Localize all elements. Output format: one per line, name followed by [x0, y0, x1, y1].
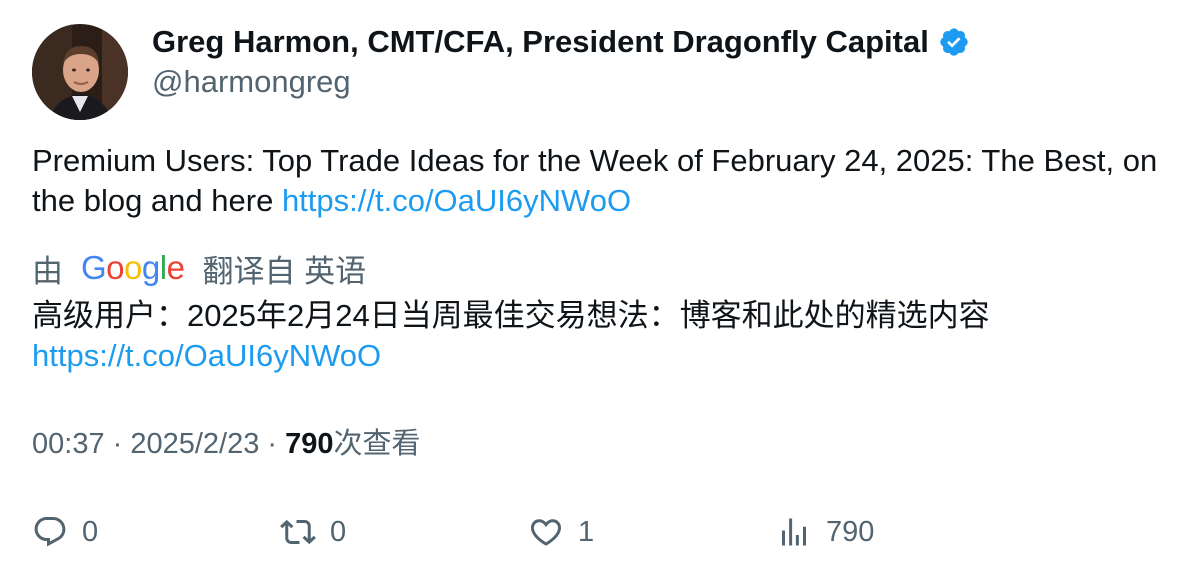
retweet-icon [280, 519, 316, 545]
google-logo-icon: Google [81, 249, 185, 286]
heart-icon [530, 519, 562, 546]
tweet-text: Premium Users: Top Trade Ideas for the W… [32, 141, 1172, 221]
analytics-icon [782, 518, 806, 546]
tweet-date[interactable]: 2025/2/23 [130, 428, 259, 460]
meta-separator: · [104, 428, 131, 460]
translated-body: 高级用户：2025年2月24日当周最佳交易想法：博客和此处的精选内容 [32, 298, 990, 333]
views-count: 790 [285, 428, 334, 460]
author-display-name[interactable]: Greg Harmon, CMT/CFA, President Dragonfl… [152, 22, 929, 62]
retweet-count: 0 [330, 515, 347, 548]
tweet-link[interactable]: https://t.co/OaUI6yNWoO [282, 183, 631, 218]
reply-count: 0 [82, 515, 99, 548]
translated-text: 高级用户：2025年2月24日当周最佳交易想法：博客和此处的精选内容 https… [32, 296, 1172, 376]
views-label: 次查看 [333, 428, 421, 460]
reply-button[interactable]: 0 [32, 508, 98, 556]
action-bar: 0 0 1 790 [32, 508, 1172, 558]
retweet-button[interactable]: 0 [280, 508, 346, 556]
translation-prefix: 由 [32, 253, 63, 289]
translation-suffix: 翻译自 英语 [202, 253, 367, 289]
author-name-row[interactable]: Greg Harmon, CMT/CFA, President Dragonfl… [152, 22, 970, 62]
translation-attribution: 由 Google 翻译自 英语 [32, 246, 366, 290]
views-button[interactable]: 790 [776, 508, 874, 556]
meta-separator: · [259, 428, 286, 460]
tweet-time[interactable]: 00:37 [32, 428, 105, 460]
tweet-meta: 00:37 · 2025/2/23 · 790次查看 [32, 424, 421, 464]
like-count: 1 [578, 515, 595, 548]
avatar[interactable] [32, 24, 128, 120]
reply-icon [34, 517, 66, 547]
views-action-count: 790 [826, 515, 875, 548]
avatar-photo [32, 24, 128, 120]
author-handle[interactable]: @harmongreg [152, 62, 351, 102]
verified-badge-icon[interactable] [938, 26, 970, 58]
translated-link[interactable]: https://t.co/OaUI6yNWoO [32, 336, 1172, 376]
like-button[interactable]: 1 [528, 508, 594, 556]
